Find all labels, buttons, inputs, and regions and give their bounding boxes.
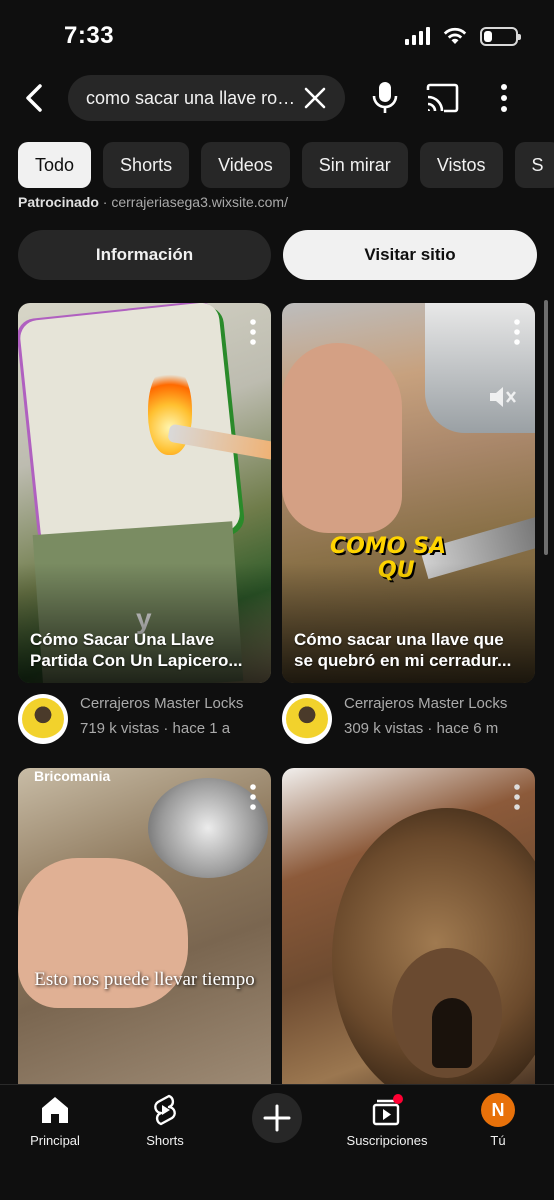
voice-search-button[interactable] <box>370 80 400 116</box>
sponsored-label: Patrocinado <box>18 194 99 210</box>
chip-vistos[interactable]: Vistos <box>419 142 503 188</box>
channel-avatar[interactable] <box>282 694 332 744</box>
microphone-icon <box>372 82 398 113</box>
channel-row: Cerrajeros Master Locks 719 k vistas · h… <box>18 692 271 748</box>
thumbnail-art <box>282 343 402 533</box>
search-header: como sacar una llave rota... <box>0 70 554 128</box>
thumbnail-overlay-text-line1: COMO SA <box>330 534 446 559</box>
home-icon <box>42 1097 68 1123</box>
nav-create[interactable] <box>227 1093 327 1143</box>
channel-name[interactable]: Cerrajeros Master Locks <box>80 695 243 712</box>
sponsored-line: Patrocinado · cerrajeriasega3.wixsite.co… <box>18 194 288 210</box>
short-card[interactable]: Bricomania Esto nos puede llevar tiempo <box>18 768 271 1084</box>
sponsored-domain[interactable]: cerrajeriasega3.wixsite.com/ <box>111 194 288 210</box>
search-input[interactable]: como sacar una llave rota... <box>68 75 345 121</box>
thumbnail-art <box>18 303 242 551</box>
subscriptions-icon <box>372 1094 403 1126</box>
nav-you[interactable]: N Tú <box>448 1093 548 1148</box>
status-time: 7:33 <box>64 22 115 49</box>
chip-todo[interactable]: Todo <box>18 142 92 188</box>
short-card[interactable]: y Cómo Sacar Una Llave Partida Con Un La… <box>18 303 271 683</box>
short-title[interactable]: Cómo Sacar Una Llave Partida Con Un Lapi… <box>30 629 261 671</box>
back-button[interactable] <box>16 78 52 118</box>
sponsored-separator: · <box>102 194 108 210</box>
battery-level <box>484 30 492 42</box>
short-card[interactable] <box>282 768 535 1084</box>
short-title[interactable]: Cómo sacar una llave que se quebró en mi… <box>294 629 525 671</box>
cast-icon <box>426 83 459 113</box>
video-meta: 309 k vistas · hace 6 m <box>344 720 499 737</box>
channel-row: Cerrajeros Master Locks 309 k vistas · h… <box>282 692 535 748</box>
more-options-button[interactable] <box>494 82 514 114</box>
more-vertical-icon[interactable] <box>513 319 521 345</box>
visit-site-button[interactable]: Visitar sitio <box>283 230 537 280</box>
more-vertical-icon[interactable] <box>249 784 257 810</box>
thumbnail-caption: Esto nos puede llevar tiempo <box>34 969 255 990</box>
close-icon <box>304 87 326 109</box>
nav-shorts-label: Shorts <box>146 1133 184 1148</box>
scrollbar[interactable] <box>544 300 548 555</box>
battery-icon <box>480 26 521 46</box>
back-arrow-icon <box>26 84 42 112</box>
nav-home[interactable]: Principal <box>5 1093 105 1148</box>
muted-speaker-icon <box>490 387 516 407</box>
chip-videos[interactable]: Videos <box>201 142 290 188</box>
chip-sin-mirar[interactable]: Sin mirar <box>301 142 408 188</box>
cellular-signal-icon <box>405 27 430 45</box>
channel-watermark: Bricomania <box>34 768 111 784</box>
nav-subscriptions[interactable]: Suscripciones <box>337 1093 437 1148</box>
search-query-text[interactable]: como sacar una llave rota... <box>86 88 296 109</box>
nav-shorts[interactable]: Shorts <box>115 1093 215 1148</box>
more-vertical-icon[interactable] <box>249 319 257 345</box>
clear-search-button[interactable] <box>303 86 327 110</box>
info-button[interactable]: Información <box>18 230 271 280</box>
chip-more[interactable]: S <box>514 142 554 188</box>
nav-you-label: Tú <box>490 1133 506 1148</box>
short-card[interactable]: COMO SA QU Cómo sacar una llave que se q… <box>282 303 535 683</box>
create-button[interactable] <box>252 1093 302 1143</box>
status-icons <box>405 26 521 46</box>
shorts-icon <box>154 1094 176 1126</box>
more-vertical-icon <box>501 84 507 112</box>
channel-avatar[interactable] <box>18 694 68 744</box>
video-meta: 719 k vistas · hace 1 a <box>80 720 231 737</box>
channel-name[interactable]: Cerrajeros Master Locks <box>344 695 507 712</box>
plus-icon <box>263 1104 291 1132</box>
nav-subscriptions-label: Suscripciones <box>346 1133 428 1148</box>
status-bar: 7:33 <box>0 0 554 70</box>
cast-button[interactable] <box>424 82 460 114</box>
more-vertical-icon[interactable] <box>513 784 521 810</box>
nav-home-label: Principal <box>30 1133 80 1148</box>
thumbnail-art <box>432 998 472 1068</box>
chip-shorts[interactable]: Shorts <box>103 142 190 188</box>
profile-avatar: N <box>481 1093 515 1127</box>
wifi-icon <box>443 27 467 44</box>
filter-chips: Todo Shorts Videos Sin mirar Vistos S <box>18 142 554 188</box>
bottom-navigation: Principal Shorts Suscripciones N Tú <box>0 1084 554 1200</box>
